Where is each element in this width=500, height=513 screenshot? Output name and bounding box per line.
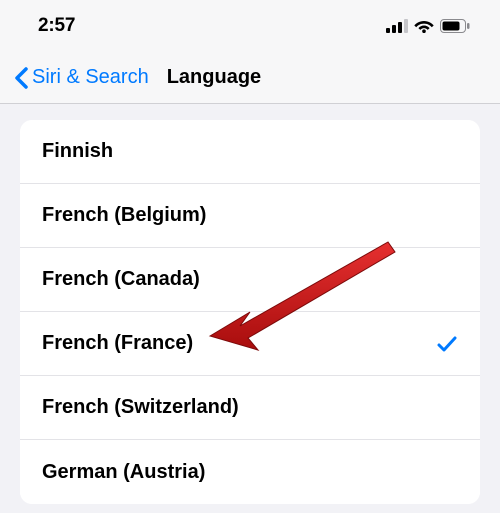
- back-label: Siri & Search: [32, 66, 149, 89]
- checkmark-icon: [436, 333, 458, 355]
- language-label: French (Canada): [42, 268, 200, 291]
- battery-icon: [440, 19, 470, 33]
- language-row-finnish[interactable]: Finnish: [20, 120, 480, 184]
- language-label: French (Switzerland): [42, 396, 239, 419]
- page-title: Language: [167, 66, 261, 89]
- language-row-french-switzerland[interactable]: French (Switzerland): [20, 376, 480, 440]
- wifi-icon: [414, 19, 434, 33]
- language-list: Finnish French (Belgium) French (Canada)…: [20, 120, 480, 504]
- language-label: French (Belgium): [42, 204, 206, 227]
- back-button[interactable]: Siri & Search: [14, 66, 149, 89]
- status-time: 2:57: [38, 15, 75, 37]
- language-label: French (France): [42, 332, 193, 355]
- status-icons: [386, 19, 470, 33]
- language-row-french-canada[interactable]: French (Canada): [20, 248, 480, 312]
- nav-bar: Siri & Search Language: [0, 52, 500, 104]
- language-row-french-france[interactable]: French (France): [20, 312, 480, 376]
- language-label: German (Austria): [42, 461, 205, 484]
- cellular-signal-icon: [386, 19, 408, 33]
- language-row-german-austria[interactable]: German (Austria): [20, 440, 480, 504]
- chevron-left-icon: [14, 67, 28, 89]
- language-row-french-belgium[interactable]: French (Belgium): [20, 184, 480, 248]
- language-label: Finnish: [42, 140, 113, 163]
- status-bar: 2:57: [0, 0, 500, 52]
